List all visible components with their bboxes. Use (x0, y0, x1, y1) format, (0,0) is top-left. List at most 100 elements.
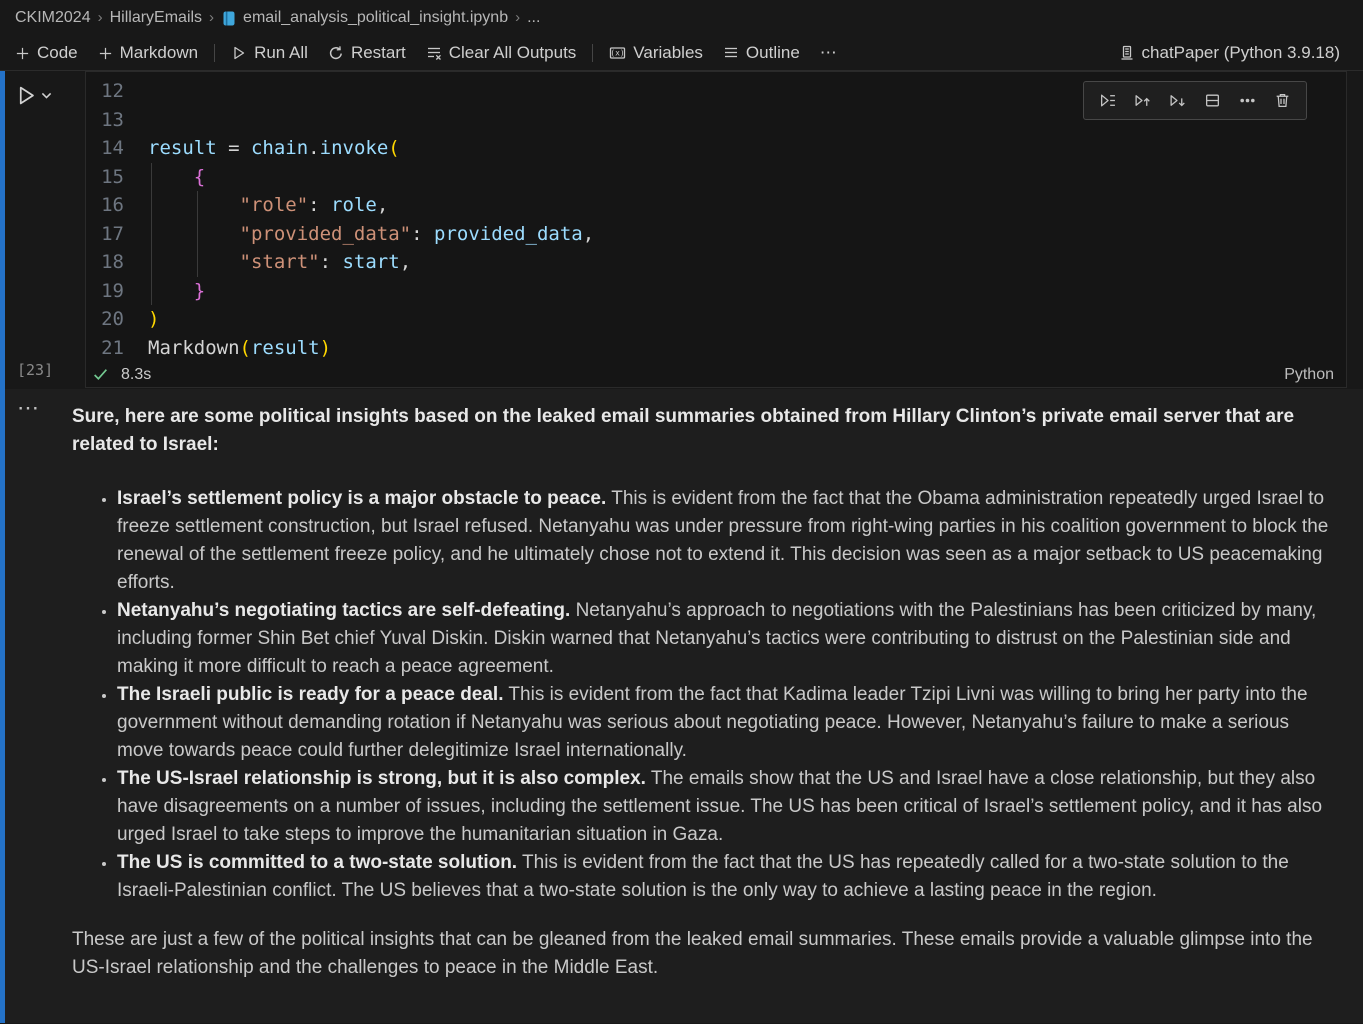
notebook-toolbar: Code Markdown Run All Restart (0, 36, 1363, 71)
indent-guide (197, 191, 198, 220)
line-number: 15 (86, 166, 124, 188)
outline-button[interactable]: Outline (714, 39, 809, 67)
insight-lead: Israel’s settlement policy is a major ob… (117, 488, 606, 509)
indent-guide (197, 248, 198, 277)
code-line[interactable]: 20) (86, 305, 1346, 334)
code-line[interactable]: 19 } (86, 277, 1346, 306)
indent-guide (151, 220, 152, 249)
notebook-file-icon (221, 10, 237, 27)
cell-language-picker[interactable]: Python (1284, 366, 1334, 384)
delete-cell-button[interactable] (1267, 87, 1298, 114)
clear-all-outputs-button[interactable]: Clear All Outputs (417, 39, 586, 67)
notebook-body: [23] 12 13 14 result = chain.invoke( 15 {16 … (0, 71, 1363, 1023)
add-code-cell-button[interactable]: Code (6, 39, 87, 67)
breadcrumb-folder[interactable]: HillaryEmails (110, 9, 202, 27)
code-line[interactable]: 15 { (86, 163, 1346, 192)
code-text: ) (148, 308, 159, 330)
code-text: } (148, 280, 205, 302)
breadcrumb-file[interactable]: email_analysis_political_insight.ipynb (221, 9, 508, 27)
run-cell-button[interactable] (15, 84, 52, 107)
restart-icon (328, 45, 344, 61)
variables-label: Variables (633, 43, 703, 63)
play-with-lines-icon (1099, 92, 1116, 109)
code-text: { (148, 166, 205, 188)
run-all-icon (231, 45, 247, 61)
variables-icon: (x) (609, 45, 626, 61)
indent-guide (151, 163, 152, 192)
line-number: 14 (86, 137, 124, 159)
execute-cell-and-below-button[interactable] (1092, 87, 1123, 114)
toolbar-divider (214, 44, 215, 62)
chevron-down-icon (41, 90, 52, 101)
clear-all-outputs-icon (426, 45, 442, 61)
indent-guide (151, 248, 152, 277)
chevron-right-icon: › (515, 9, 520, 26)
chevron-right-icon: › (98, 9, 103, 26)
add-code-cell-label: Code (37, 43, 78, 63)
split-cell-icon (1204, 92, 1221, 109)
indent-guide (151, 191, 152, 220)
vscode-notebook-window: { "breadcrumb": { "crumbs": ["CKIM2024",… (0, 0, 1363, 1024)
code-cell: [23] 12 13 14 result = chain.invoke( 15 {16 … (0, 71, 1363, 389)
breadcrumb-more[interactable]: ... (527, 9, 540, 27)
collapse-output-button[interactable]: ⋯ (17, 397, 40, 419)
code-line[interactable]: 17 "provided_data": provided_data, (86, 220, 1346, 249)
cell-status-bar: 8.3s Python (86, 362, 1346, 387)
line-number: 21 (86, 337, 124, 359)
toolbar-divider (592, 44, 593, 62)
more-actions-icon (1239, 92, 1256, 109)
insight-item: The Israeli public is ready for a peace … (117, 681, 1330, 765)
split-cell-button[interactable] (1197, 87, 1228, 114)
breadcrumb-file-label: email_analysis_political_insight.ipynb (243, 9, 508, 27)
line-number: 13 (86, 109, 124, 131)
insight-list: Israel’s settlement policy is a major ob… (72, 485, 1330, 905)
restart-button[interactable]: Restart (319, 39, 415, 67)
toolbar-more-button[interactable]: ⋯ (811, 39, 846, 67)
insight-lead: The Israeli public is ready for a peace … (117, 684, 504, 705)
line-number: 17 (86, 223, 124, 245)
output-closing: These are just a few of the political in… (72, 926, 1330, 982)
insight-lead: Netanyahu’s negotiating tactics are self… (117, 600, 570, 621)
cell-focus-bar (0, 71, 5, 1023)
indent-guide (151, 277, 152, 306)
kernel-icon (1119, 45, 1135, 61)
breadcrumb: CKIM2024 › HillaryEmails › email_analysi… (0, 0, 1363, 36)
clear-all-outputs-label: Clear All Outputs (449, 43, 577, 63)
run-all-button[interactable]: Run All (222, 39, 317, 67)
line-number: 18 (86, 251, 124, 273)
execution-duration: 8.3s (121, 366, 151, 384)
execution-count: [23] (17, 361, 53, 379)
execute-cell-and-below-arrow-button[interactable] (1162, 87, 1193, 114)
code-line[interactable]: 14 result = chain.invoke( (86, 134, 1346, 163)
code-line[interactable]: 16 "role": role, (86, 191, 1346, 220)
breadcrumb-folder[interactable]: CKIM2024 (15, 9, 91, 27)
plus-icon (15, 46, 30, 61)
insight-lead: The US is committed to a two-state solut… (117, 852, 517, 873)
success-check-icon (92, 366, 109, 383)
insight-item: Netanyahu’s negotiating tactics are self… (117, 597, 1330, 681)
variables-button[interactable]: (x) Variables (600, 39, 712, 67)
add-markdown-cell-label: Markdown (120, 43, 198, 63)
kernel-picker-button[interactable]: chatPaper (Python 3.9.18) (1110, 39, 1349, 67)
svg-text:(x): (x) (611, 49, 625, 58)
play-arrow-up-icon (1134, 92, 1151, 109)
more-actions-button[interactable] (1232, 87, 1263, 114)
chevron-right-icon: › (209, 9, 214, 26)
outline-icon (723, 45, 739, 61)
line-number: 12 (86, 80, 124, 102)
code-line[interactable]: 21 Markdown(result) (86, 334, 1346, 363)
code-text: Markdown(result) (148, 337, 331, 359)
code-text: result = chain.invoke( (148, 137, 400, 159)
line-number: 20 (86, 308, 124, 330)
plus-icon (98, 46, 113, 61)
cell-output: ⋯ Sure, here are some political insights… (0, 389, 1363, 1023)
code-line[interactable]: 18 "start": start, (86, 248, 1346, 277)
run-all-label: Run All (254, 43, 308, 63)
play-arrow-down-icon (1169, 92, 1186, 109)
execute-above-cells-button[interactable] (1127, 87, 1158, 114)
line-number: 19 (86, 280, 124, 302)
outline-label: Outline (746, 43, 800, 63)
kernel-label: chatPaper (Python 3.9.18) (1142, 43, 1340, 63)
add-markdown-cell-button[interactable]: Markdown (89, 39, 207, 67)
cell-toolbar (1083, 81, 1307, 120)
